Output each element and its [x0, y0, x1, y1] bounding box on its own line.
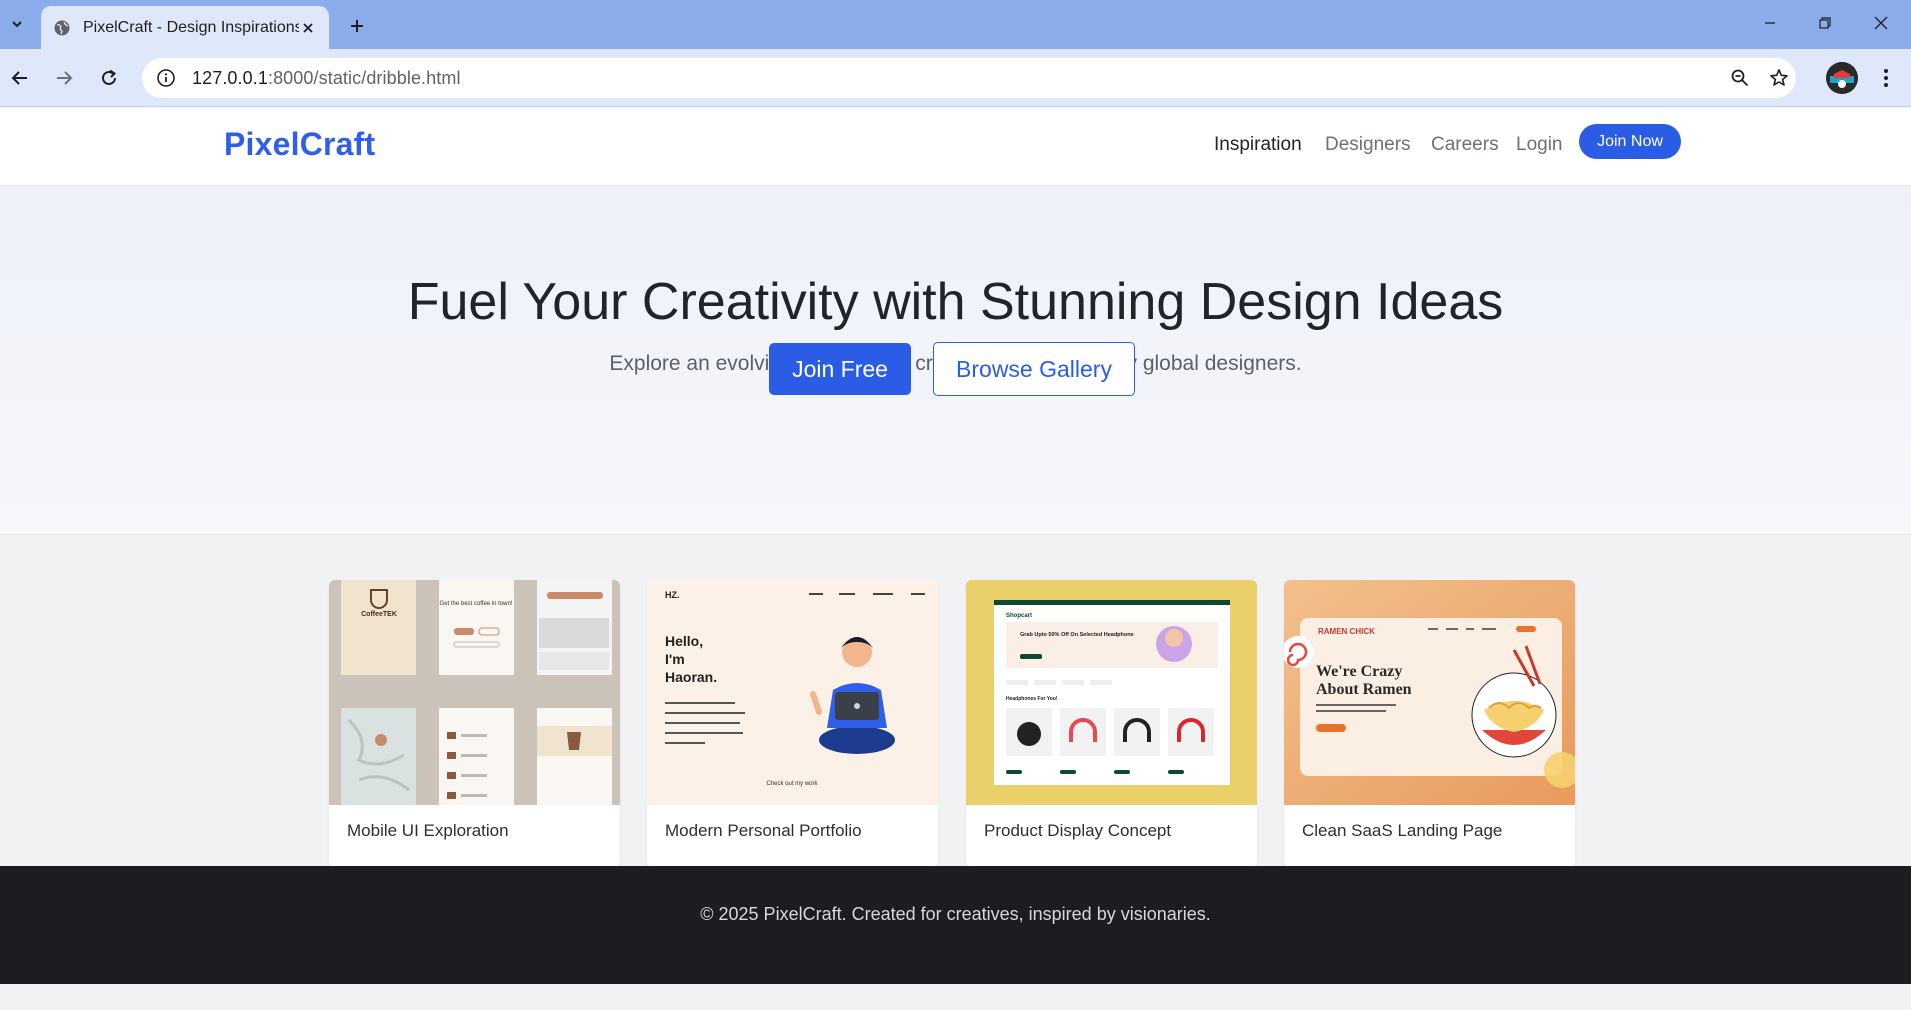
gallery-card[interactable]: Shopcart Grab Upto 50% Off On Selected H… — [966, 580, 1257, 867]
site-footer: © 2025 PixelCraft. Created for creatives… — [0, 866, 1911, 984]
card-title: Modern Personal Portfolio — [665, 821, 862, 840]
card-title: Clean SaaS Landing Page — [1302, 821, 1503, 840]
card-thumbnail-portfolio: HZ. Hello, I'm Haoran. Check out my work — [647, 580, 938, 805]
gallery: CoffeeTEK Get the best coffee in town! M… — [0, 108, 1911, 974]
ramen-logo-text: RAMEN CHICK — [1318, 627, 1375, 636]
store-banner-text: Grab Upto 50% Off On Selected Headphone — [1020, 632, 1134, 638]
card-title: Mobile UI Exploration — [347, 821, 509, 840]
back-arrow-icon[interactable] — [4, 62, 36, 94]
page: PixelCraft Inspiration Designers Careers… — [0, 108, 1911, 1010]
minimize-icon[interactable] — [1750, 8, 1790, 38]
browser-toolbar: 127.0.0.1:8000/static/dribble.html — [0, 49, 1911, 107]
store-logo-text: Shopcart — [1006, 613, 1032, 619]
close-icon[interactable] — [299, 19, 317, 37]
ramen-headline-line1: We're Crazy — [1316, 663, 1402, 680]
gallery-card[interactable]: CoffeeTEK Get the best coffee in town! M… — [329, 580, 620, 867]
footer-copyright: © 2025 PixelCraft. Created for creatives… — [700, 904, 1211, 924]
restore-icon[interactable] — [1805, 8, 1845, 38]
bookmark-star-icon[interactable] — [1763, 62, 1795, 94]
globe-icon — [53, 19, 71, 37]
forward-arrow-icon[interactable] — [48, 62, 80, 94]
gallery-card[interactable]: HZ. Hello, I'm Haoran. Check out my work… — [647, 580, 938, 867]
card-thumbnail-ramen: RAMEN CHICK We're Crazy About Ramen — [1284, 580, 1575, 805]
window-close-icon[interactable] — [1861, 8, 1901, 38]
url-text: 127.0.0.1:8000/static/dribble.html — [192, 67, 461, 88]
gallery-card[interactable]: RAMEN CHICK We're Crazy About Ramen Clea… — [1284, 580, 1575, 867]
card-thumbnail-headphone-store: Shopcart Grab Upto 50% Off On Selected H… — [966, 580, 1257, 805]
zoom-icon[interactable] — [1724, 62, 1756, 94]
card-title: Product Display Concept — [984, 821, 1172, 840]
coffee-tagline-text: Get the best coffee in town! — [440, 601, 513, 607]
browser-tabbar: PixelCraft - Design Inspirations — [0, 0, 1911, 49]
ramen-headline-line2: About Ramen — [1316, 681, 1412, 698]
portfolio-cta-text: Check out my work — [766, 781, 818, 787]
more-menu-icon[interactable] — [1870, 62, 1902, 94]
coffee-logo-text: CoffeeTEK — [361, 611, 397, 618]
site-info-icon[interactable] — [146, 58, 186, 98]
profile-avatar[interactable] — [1826, 62, 1858, 94]
reload-icon[interactable] — [93, 62, 125, 94]
portfolio-logo-text: HZ. — [665, 590, 680, 600]
tab-search-chevron-icon[interactable] — [3, 10, 31, 38]
tab-title: PixelCraft - Design Inspirations — [83, 18, 299, 36]
portfolio-headline-line2: I'm — [665, 651, 685, 667]
portfolio-headline-line1: Hello, — [665, 633, 703, 649]
portfolio-headline-line3: Haoran. — [665, 669, 717, 685]
browser-tab[interactable]: PixelCraft - Design Inspirations — [41, 6, 329, 49]
address-bar[interactable]: 127.0.0.1:8000/static/dribble.html — [142, 58, 1796, 98]
card-thumbnail-coffee-app: CoffeeTEK Get the best coffee in town! — [329, 580, 620, 805]
store-section-text: Headphones For You! — [1006, 696, 1058, 702]
new-tab-plus-icon[interactable] — [343, 12, 371, 40]
